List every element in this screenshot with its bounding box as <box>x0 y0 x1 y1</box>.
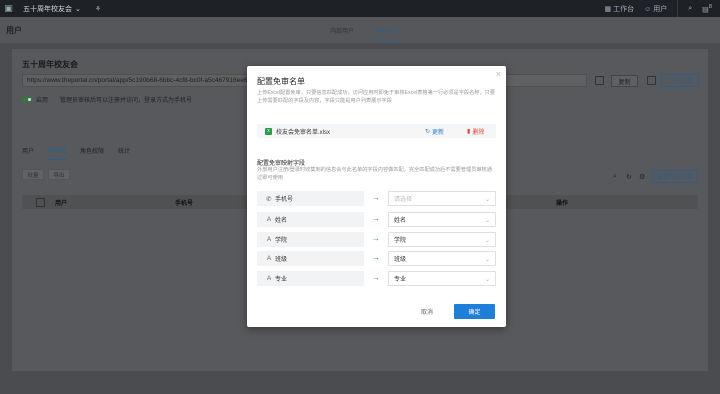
update-file-button[interactable]: ↻ 更新 <box>425 127 444 136</box>
target-field-select[interactable]: 姓名 ⌄ <box>388 212 496 227</box>
export-button[interactable]: 导出 <box>48 169 70 180</box>
chevron-down-icon: ⌄ <box>484 218 490 224</box>
chevron-down-icon: ⌄ <box>484 197 490 203</box>
source-field: A 专业 <box>257 271 364 286</box>
arrow-right-icon: → <box>372 234 380 243</box>
column-user: 用户 <box>55 200 68 207</box>
tab-users[interactable]: 用户 <box>22 146 34 160</box>
close-icon[interactable]: × <box>496 69 501 79</box>
target-field-value: 学院 <box>394 238 407 244</box>
org-tree-icon[interactable]: ⚘ <box>95 5 101 13</box>
enable-description: 管理员审核后可以注册并访问，登录方式为手机号 <box>60 98 193 104</box>
notification-icon[interactable]: ▤8 <box>702 4 712 13</box>
mapping-row: ✆ 手机号 → 请选择 ⌄ <box>257 191 496 206</box>
notification-badge: 8 <box>708 3 712 10</box>
chevron-down-icon: ⌄ <box>484 238 490 244</box>
chevron-down-icon: ⌄ <box>75 5 81 13</box>
file-name: 校友会免审名单.xlsx <box>276 129 331 136</box>
portal-settings-button[interactable]: 门户设置 <box>661 74 699 87</box>
source-field: A 姓名 <box>257 212 364 227</box>
cancel-button[interactable]: 取消 <box>409 304 445 319</box>
arrow-right-icon: → <box>372 253 380 262</box>
portal-title: 五十周年校友会 <box>22 60 78 69</box>
column-actions: 操作 <box>556 200 569 207</box>
whitelist-config-dialog: × 配置免审名单 上传Excel配置免审，只要信息匹配成功，访问应用时即免于审核… <box>247 66 506 327</box>
enable-label: 启用 <box>36 98 49 104</box>
org-name: 五十周年校友会 <box>23 5 72 13</box>
org-switcher[interactable]: 五十周年校友会 ⌄ <box>23 4 81 14</box>
mapping-row: A 专业 → 专业 ⌄ <box>257 271 496 286</box>
settings-icon[interactable]: ⚙ <box>639 173 645 181</box>
workbench-link[interactable]: ▦ 工作台 <box>605 4 635 14</box>
mapping-row: A 班级 → 班级 ⌄ <box>257 251 496 266</box>
page-header: 用户 内部用户 外部门户 <box>0 17 720 43</box>
text-icon: A <box>266 255 272 262</box>
refresh-icon: ↻ <box>425 128 431 135</box>
phone-icon: ✆ <box>266 195 272 203</box>
divider <box>677 0 679 17</box>
qrcode-icon[interactable] <box>647 76 656 85</box>
arrow-right-icon: → <box>372 273 380 282</box>
source-field: ✆ 手机号 <box>257 191 364 206</box>
batch-button[interactable]: 批量 <box>22 169 44 180</box>
header-tabs: 内部用户 外部门户 <box>330 17 399 43</box>
trash-icon: ▮ <box>467 128 471 135</box>
excel-file-icon: x <box>265 127 272 135</box>
dialog-description: 上传Excel配置免审，只要信息匹配成功，访问应用时即免于审核Excel表格第一… <box>257 90 496 104</box>
source-field-label: 手机号 <box>275 197 294 203</box>
arrow-right-icon: → <box>372 193 380 202</box>
search-icon[interactable]: ⌕ <box>688 5 692 13</box>
mapping-row: A 学院 → 学院 ⌄ <box>257 232 496 247</box>
target-field-select[interactable]: 请选择 ⌄ <box>388 191 496 206</box>
dialog-title: 配置免审名单 <box>257 77 305 86</box>
mapping-title: 配置免审映射字段 <box>257 161 306 167</box>
search-icon[interactable]: ⌕ <box>613 173 617 181</box>
confirm-button[interactable]: 确定 <box>454 304 495 319</box>
target-field-value: 姓名 <box>394 218 407 224</box>
mapping-description: 外部用户注册/登录时收集到的信息会与此名单的字段内容做匹配，完全匹配成功后不需要… <box>257 167 492 181</box>
source-field: A 学院 <box>257 232 364 247</box>
mapping-row: A 姓名 → 姓名 ⌄ <box>257 212 496 227</box>
tab-internal-users[interactable]: 内部用户 <box>330 26 354 35</box>
config-whitelist-button[interactable]: 配置免审名单 <box>652 170 698 183</box>
target-field-value: 班级 <box>394 257 407 263</box>
chevron-down-icon: ⌄ <box>484 257 490 263</box>
source-field-label: 专业 <box>275 277 288 283</box>
text-icon: A <box>266 216 272 223</box>
tab-stats[interactable]: 统计 <box>118 146 130 160</box>
source-field-label: 班级 <box>275 257 288 263</box>
chevron-down-icon: ⌄ <box>484 277 490 283</box>
user-label: 用户 <box>653 5 668 13</box>
refresh-icon[interactable]: ↻ <box>626 173 632 181</box>
target-field-select[interactable]: 专业 ⌄ <box>388 271 496 286</box>
user-link[interactable]: ☺ 用户 <box>644 4 667 14</box>
tab-external-portal[interactable]: 外部门户 <box>374 26 399 42</box>
source-field-label: 学院 <box>275 238 288 244</box>
text-icon: A <box>266 236 272 243</box>
open-link-icon[interactable] <box>595 76 604 85</box>
source-field: A 班级 <box>257 251 364 266</box>
delete-file-button[interactable]: ▮ 删除 <box>467 127 484 136</box>
copy-button[interactable]: 复制 <box>611 75 638 87</box>
select-all-checkbox[interactable] <box>36 197 45 207</box>
enable-row: 启用 管理员审核后可以注册并访问，登录方式为手机号 <box>22 95 192 104</box>
text-icon: A <box>266 275 272 282</box>
target-field-value: 请选择 <box>394 197 413 203</box>
tab-pending[interactable]: 待审核 <box>48 146 67 160</box>
tab-roles[interactable]: 角色权限 <box>80 146 104 160</box>
page-title: 用户 <box>6 25 22 35</box>
top-bar: ▣ 五十周年校友会 ⌄ ⚘ ▦ 工作台 ☺ 用户 ⌕ ▤8 <box>0 0 720 17</box>
delete-label: 删除 <box>472 129 485 136</box>
target-field-select[interactable]: 班级 ⌄ <box>388 251 496 266</box>
uploaded-file-row: x 校友会免审名单.xlsx ↻ 更新 ▮ 删除 <box>257 124 496 138</box>
source-field-label: 姓名 <box>275 218 288 224</box>
arrow-right-icon: → <box>372 214 380 223</box>
card-tabs: 用户 待审核 角色权限 统计 <box>22 146 130 160</box>
app-logo-icon[interactable]: ▣ <box>0 0 17 17</box>
workbench-label: 工作台 <box>613 5 635 13</box>
update-label: 更新 <box>432 129 445 136</box>
target-field-value: 专业 <box>394 277 407 283</box>
enable-toggle[interactable] <box>22 97 32 102</box>
target-field-select[interactable]: 学院 ⌄ <box>388 232 496 247</box>
